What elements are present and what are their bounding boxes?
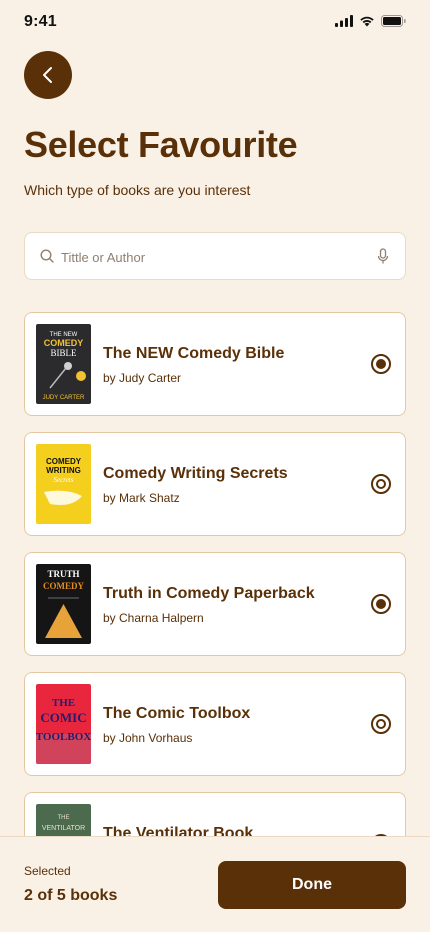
book-card[interactable]: COMEDY WRITING Secrets Comedy Writing Se… <box>24 432 406 536</box>
svg-text:COMEDY: COMEDY <box>46 457 82 466</box>
selected-label: Selected <box>24 864 71 878</box>
svg-text:COMEDY: COMEDY <box>43 581 84 591</box>
svg-text:WRITING: WRITING <box>46 466 81 475</box>
radio-unselected[interactable] <box>371 714 391 734</box>
battery-icon <box>381 15 406 27</box>
back-button[interactable] <box>24 51 72 99</box>
search-input[interactable] <box>61 245 361 269</box>
book-card[interactable]: THE COMIC TOOLBOX The Comic Toolbox by J… <box>24 672 406 776</box>
book-title: Truth in Comedy Paperback <box>103 585 315 602</box>
svg-text:COMEDY: COMEDY <box>44 338 84 348</box>
microphone-icon[interactable] <box>377 248 389 265</box>
book-cover-image: THE COMIC TOOLBOX <box>36 684 91 764</box>
book-author: by John Vorhaus <box>103 731 193 745</box>
page-subtitle: Which type of books are you interest <box>24 182 251 198</box>
book-author: by Judy Carter <box>103 371 182 385</box>
signal-icon <box>335 15 353 27</box>
selected-count: 2 of 5 books <box>24 887 118 904</box>
book-cover-image: TRUTH COMEDY <box>36 564 91 644</box>
svg-text:VENTILATOR: VENTILATOR <box>42 825 85 832</box>
status-icons <box>335 15 406 27</box>
svg-text:TRUTH: TRUTH <box>47 569 79 579</box>
svg-text:JUDY CARTER: JUDY CARTER <box>43 395 85 401</box>
status-bar: 9:41 <box>0 0 430 44</box>
book-cover-image: THE VENTILATOR <box>36 804 91 836</box>
svg-text:TOOLBOX: TOOLBOX <box>36 731 91 743</box>
svg-text:COMIC: COMIC <box>40 710 86 725</box>
radio-selected[interactable] <box>371 594 391 614</box>
book-cover-image: COMEDY WRITING Secrets <box>36 444 91 524</box>
book-cover-image: THE NEW COMEDY BIBLE JUDY CARTER <box>36 324 91 404</box>
search-box[interactable] <box>24 232 406 280</box>
radio-selected[interactable] <box>371 354 391 374</box>
book-card[interactable]: THE NEW COMEDY BIBLE JUDY CARTER The NEW… <box>24 312 406 416</box>
radio-unselected[interactable] <box>371 474 391 494</box>
book-title: The NEW Comedy Bible <box>103 345 285 362</box>
book-title: Comedy Writing Secrets <box>103 465 288 482</box>
search-icon <box>40 249 54 263</box>
book-card[interactable]: TRUTH COMEDY Truth in Comedy Paperback b… <box>24 552 406 656</box>
done-button[interactable]: Done <box>218 861 406 909</box>
chevron-left-icon <box>43 67 52 83</box>
book-list[interactable]: THE NEW COMEDY BIBLE JUDY CARTER The NEW… <box>24 312 406 836</box>
page-title: Select Favourite <box>24 124 298 165</box>
book-title: The Ventilator Book <box>103 825 254 836</box>
wifi-icon <box>360 16 374 27</box>
status-time: 9:41 <box>24 13 57 30</box>
book-author: by Charna Halpern <box>103 611 204 625</box>
book-title: The Comic Toolbox <box>103 705 251 722</box>
svg-text:THE: THE <box>52 697 75 709</box>
svg-text:THE: THE <box>58 815 70 821</box>
bottom-bar: Selected 2 of 5 books Done <box>0 836 430 932</box>
book-card[interactable]: THE VENTILATOR The Ventilator Book <box>24 792 406 836</box>
svg-text:BIBLE: BIBLE <box>51 348 78 358</box>
book-author: by Mark Shatz <box>103 491 180 505</box>
svg-text:Secrets: Secrets <box>54 476 74 484</box>
